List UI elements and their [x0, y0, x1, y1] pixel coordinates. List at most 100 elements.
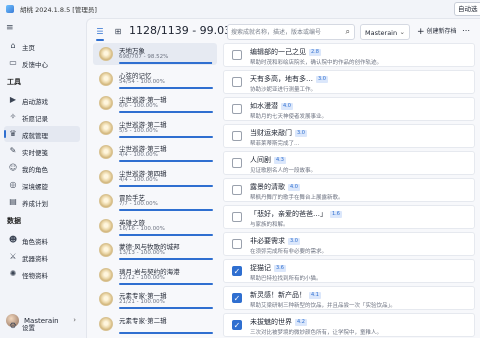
sidebar-item-launch-game[interactable]: ▶ 启动游戏 [4, 92, 80, 108]
achievement-description: 帮助巴特拉找到所有的小猫。 [250, 276, 322, 282]
sidebar-item-home[interactable]: ⌂ 主页 [4, 38, 80, 54]
achievement-checkbox[interactable] [232, 131, 242, 141]
grid-view-icon[interactable]: ⊞ [111, 25, 125, 39]
achievement-checkbox[interactable]: ✓ [232, 266, 242, 276]
category-stat: 7/7 - 100.00% [119, 201, 158, 207]
category-progress-bar [119, 160, 213, 162]
category-stat: 16/16 - 100.00% [119, 225, 165, 232]
sidebar-item-monster-data[interactable]: ✺ 怪物资料 [4, 266, 80, 282]
sidebar-item-label: 实时便笺 [22, 149, 48, 157]
search-box[interactable]: ⌕ [227, 24, 355, 40]
category-item[interactable]: 璃月·岩与契约的海港 12/12 - 100.00% [93, 264, 217, 286]
search-input[interactable] [231, 27, 337, 38]
category-stat: 12/12 - 100.00% [119, 274, 165, 281]
list-view-icon[interactable]: ☰ [93, 25, 107, 41]
category-stat: 4/4 - 100.00% [119, 176, 158, 183]
category-item[interactable]: 英雄之旅 16/16 - 100.00% [93, 215, 217, 237]
achievement-description: 与家族的和解。 [250, 222, 289, 228]
category-item[interactable]: 天地万象 698/707 - 98.52% [93, 43, 217, 65]
achievement-description: 三次对比被梦境的微妙颜色所有，让学院中，童稚人。 [250, 330, 383, 336]
sidebar-item-label: 启动游戏 [22, 98, 48, 106]
achievement-badge-icon [99, 292, 113, 306]
category-stat: 4/4 - 100.00% [119, 152, 158, 158]
achievement-title-text: 编辑部的一己之见 [250, 48, 306, 56]
category-item[interactable]: 元素专家·第一辑 21/21 - 100.00% [93, 288, 217, 310]
more-options-icon[interactable]: ⋯ [462, 26, 478, 35]
achievement-title-text: 捉猫记 [250, 264, 271, 272]
achievement-checkbox[interactable] [232, 158, 242, 168]
toolbar: ☰ ⊞ 1128/1139 - 99.03% ⌕ Masterain ⌄ +创建… [87, 19, 480, 45]
sidebar-item-cultivation-plan[interactable]: ▤ 养成计划 [4, 194, 80, 210]
sidebar-item-my-characters[interactable]: ☺ 我的角色 [4, 160, 80, 176]
achievement-checkbox[interactable] [232, 50, 242, 60]
achievement-checkbox[interactable]: ✓ [232, 320, 242, 330]
achievement-description: 帮助时茂和彩绘店院长，确认院中的作品的创作轨迹。 [250, 60, 383, 66]
achievement-checkbox[interactable] [232, 185, 242, 195]
category-item[interactable]: 尘世巡游·第四辑 4/4 - 100.00% [93, 166, 217, 188]
version-badge: 1.6 [330, 211, 342, 218]
sidebar-item-weapon-data[interactable]: ⚔ 武器资料 [4, 249, 80, 265]
achievement-checkbox[interactable] [232, 77, 242, 87]
auto-check-button[interactable]: 自动选 [454, 2, 480, 16]
achievement-checkbox[interactable] [232, 212, 242, 222]
category-item[interactable]: 冒险手艺 7/7 - 100.00% [93, 190, 217, 212]
achievement-title-text: 新灵感！新产品！ [250, 291, 306, 299]
achievement-checkbox[interactable]: ✓ [232, 293, 242, 303]
category-progress-fill [119, 282, 213, 285]
window-title: 胡桃 2024.1.8.5 [管理员] [20, 6, 97, 14]
achievement-item: 编辑部的一己之见 2.8 帮助时茂和彩绘店院长，确认院中的作品的创作轨迹。 [223, 43, 475, 67]
category-progress-fill [119, 307, 213, 309]
sidebar-item-label: 武器资料 [22, 255, 48, 263]
achievement-title: 露景的清歌 4.0 [250, 182, 300, 192]
weapon-icon: ⚔ [9, 252, 17, 261]
category-item[interactable]: 心弦的记忆 54/54 - 100.00% [93, 68, 217, 90]
achievement-description: 在须弥完成所有非必要的需求。 [250, 249, 328, 255]
menu-toggle-icon[interactable]: ≡ [6, 24, 14, 33]
category-progress-fill [119, 111, 213, 113]
category-item[interactable]: 尘世巡游·第一辑 6/6 - 100.00% [93, 92, 217, 114]
gear-icon: ⚙ [9, 321, 17, 330]
version-badge: 4.0 [288, 184, 300, 191]
version-badge: 4.1 [309, 292, 321, 299]
achievement-checkbox[interactable] [232, 104, 242, 114]
category-item[interactable]: 蒙德·风与牧歌的城邦 13/13 - 100.00% [93, 239, 217, 261]
achievement-description: 帮枫丹舞厅的歌手在舞台上展露新歌。 [250, 195, 344, 201]
sidebar-item-label: 成就管理 [22, 132, 48, 140]
category-progress-fill [119, 209, 213, 211]
category-stat: 54/54 - 100.00% [119, 78, 165, 85]
category-progress-bar [119, 184, 213, 187]
achievement-title-text: 非必要需求 [250, 237, 285, 245]
sidebar-item-spiral-abyss[interactable]: ◎ 深境螺旋 [4, 177, 80, 193]
achievement-title-text: 天有多高，地有多… [250, 75, 313, 83]
monster-icon: ✺ [9, 269, 17, 278]
sidebar-item-settings[interactable]: ⚙ 设置 [4, 318, 80, 334]
section-data-heading: 数据 [7, 217, 21, 225]
category-progress-bar [119, 86, 213, 89]
sidebar-item-feedback[interactable]: ▭ 反馈中心 [4, 55, 80, 71]
category-item[interactable]: 尘世巡游·第二辑 5/5 - 100.00% [93, 117, 217, 139]
category-stat: 6/6 - 100.00% [119, 103, 158, 109]
sidebar-item-character-data[interactable]: ☻ 角色资料 [4, 232, 80, 248]
home-icon: ⌂ [10, 41, 16, 50]
achievement-badge-icon [99, 243, 113, 257]
trophy-icon: ♛ [9, 129, 17, 138]
archive-select[interactable]: Masterain ⌄ [360, 24, 410, 40]
achievement-title: 非必要需求 3.0 [250, 236, 300, 246]
app-logo-icon [6, 5, 14, 13]
new-archive-button[interactable]: + 创建新存档 [417, 26, 457, 37]
achievement-title: 人间剧 4.3 [250, 155, 286, 165]
category-item[interactable]: 元素专家·第二辑 [93, 313, 217, 335]
sidebar-item-achievements[interactable]: ♛ 成就管理 [4, 126, 80, 142]
version-badge: 4.2 [295, 319, 307, 326]
version-badge: 3.0 [316, 76, 328, 83]
achievement-checkbox[interactable] [232, 239, 242, 249]
wish-icon: ✧ [9, 112, 17, 121]
note-icon: ✎ [9, 146, 17, 155]
search-icon[interactable]: ⌕ [346, 27, 350, 37]
category-item[interactable]: 尘世巡游·第三辑 4/4 - 100.00% [93, 141, 217, 163]
category-progress-bar [119, 62, 213, 64]
category-stat: 698/707 - 98.52% [119, 54, 169, 60]
sidebar-item-realtime-notes[interactable]: ✎ 实时便笺 [4, 143, 80, 159]
version-badge: 4.0 [281, 103, 293, 110]
sidebar-item-wish-history[interactable]: ✧ 祈愿记录 [4, 109, 80, 125]
